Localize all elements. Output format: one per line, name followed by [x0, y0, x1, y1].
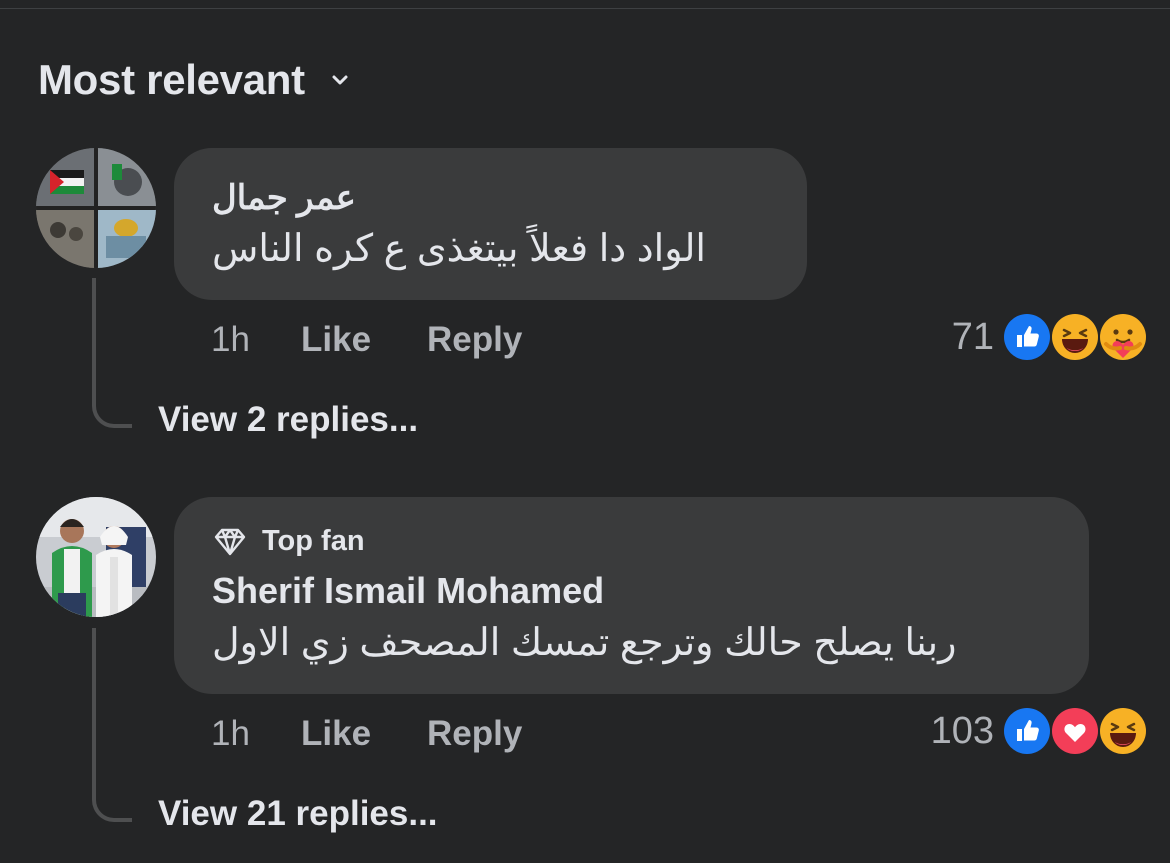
comment-text: الواد دا فعلاً بيتغذى ع كره الناس	[212, 228, 706, 270]
reaction-count: 71	[951, 315, 994, 358]
comment-time[interactable]: 1h	[211, 320, 301, 360]
comment-text: ربنا يصلح حالك وترجع تمسك المصحف زي الاو…	[212, 622, 957, 664]
top-divider	[0, 8, 1170, 9]
like-icon	[1002, 706, 1052, 756]
thread-line	[92, 628, 132, 822]
comment-author[interactable]: Sherif Ismail Mohamed	[212, 570, 1051, 612]
reply-button[interactable]: Reply	[427, 320, 522, 360]
comment-actions: 1h Like Reply	[211, 320, 522, 360]
reactions-summary[interactable]: 103	[931, 706, 1148, 756]
reaction-count: 103	[930, 709, 994, 752]
haha-icon	[1098, 706, 1148, 756]
avatar[interactable]	[36, 497, 156, 617]
like-button[interactable]: Like	[301, 320, 427, 360]
haha-icon	[1050, 312, 1100, 362]
care-icon	[1098, 312, 1148, 362]
like-icon	[1002, 312, 1052, 362]
comment-bubble: Top fan Sherif Ismail Mohamed ربنا يصلح …	[174, 497, 1089, 694]
comment-bubble: عمر جمال الواد دا فعلاً بيتغذى ع كره الن…	[174, 148, 807, 300]
sort-label: Most relevant	[38, 56, 305, 103]
thread-line	[92, 278, 132, 428]
view-replies-button[interactable]: View 2 replies...	[158, 400, 418, 440]
comment-time[interactable]: 1h	[211, 714, 301, 754]
top-fan-badge[interactable]: Top fan	[212, 525, 1051, 558]
chevron-down-icon	[331, 69, 353, 91]
love-icon	[1050, 706, 1100, 756]
comment-actions: 1h Like Reply	[211, 714, 522, 754]
diamond-icon	[214, 528, 246, 555]
comment-author[interactable]: عمر جمال	[212, 178, 356, 218]
like-button[interactable]: Like	[301, 714, 427, 754]
top-fan-label: Top fan	[262, 525, 365, 557]
sort-dropdown[interactable]: Most relevant	[38, 56, 353, 104]
reply-button[interactable]: Reply	[427, 714, 522, 754]
avatar[interactable]	[36, 148, 156, 268]
reactions-summary[interactable]: 71	[952, 312, 1148, 362]
view-replies-button[interactable]: View 21 replies...	[158, 794, 438, 834]
